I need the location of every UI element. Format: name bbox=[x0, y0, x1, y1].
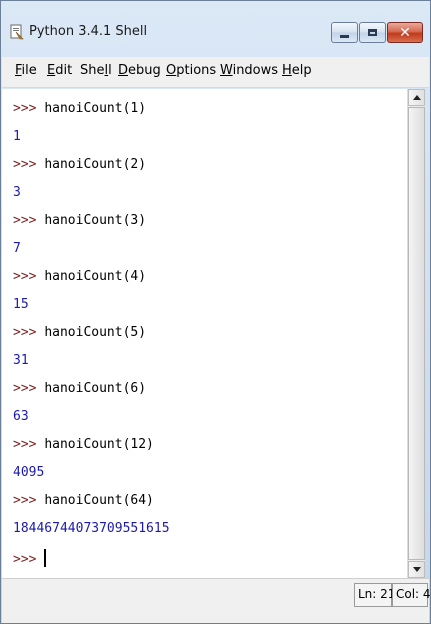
shell-input-line: >>> hanoiCount(2) bbox=[13, 157, 146, 172]
menu-file[interactable]: File bbox=[15, 63, 37, 78]
vertical-scrollbar[interactable] bbox=[407, 89, 425, 578]
menu-options[interactable]: Options bbox=[166, 63, 216, 78]
menu-debug[interactable]: Debug bbox=[118, 63, 161, 78]
maximize-button[interactable] bbox=[359, 22, 386, 43]
scroll-down-button[interactable] bbox=[408, 561, 425, 578]
shell-prompt: >>> bbox=[13, 101, 37, 116]
shell-input-line: >>> hanoiCount(12) bbox=[13, 437, 154, 452]
menu-shell[interactable]: Shell bbox=[80, 63, 112, 78]
menu-bar: File Edit Shell Debug Options Windows He… bbox=[2, 57, 429, 88]
shell-prompt: >>> bbox=[13, 552, 37, 567]
minimize-button[interactable] bbox=[331, 22, 358, 43]
idle-shell-window: Python 3.4.1 Shell ✕ File Edit Shell Deb… bbox=[0, 0, 431, 624]
shell-prompt: >>> bbox=[13, 381, 37, 396]
window-title: Python 3.4.1 Shell bbox=[29, 24, 148, 39]
shell-command: hanoiCount(12) bbox=[44, 437, 154, 452]
shell-command: hanoiCount(5) bbox=[44, 325, 147, 340]
shell-input-line: >>> hanoiCount(3) bbox=[13, 213, 146, 228]
shell-command: hanoiCount(1) bbox=[44, 101, 147, 116]
shell-command: hanoiCount(3) bbox=[44, 213, 147, 228]
close-icon: ✕ bbox=[399, 24, 411, 41]
shell-prompt: >>> bbox=[13, 325, 37, 340]
shell-prompt: >>> bbox=[13, 213, 37, 228]
shell-input-line: >>> hanoiCount(64) bbox=[13, 493, 154, 508]
shell-prompt: >>> bbox=[13, 437, 37, 452]
title-bar[interactable]: Python 3.4.1 Shell ✕ bbox=[1, 1, 430, 53]
status-bar: Ln: 21 Col: 4 bbox=[2, 578, 431, 623]
shell-input-line: >>> hanoiCount(1) bbox=[13, 101, 146, 116]
shell-output-line: 7 bbox=[13, 241, 21, 256]
shell-output-line: 31 bbox=[13, 353, 29, 368]
shell-prompt: >>> bbox=[13, 493, 37, 508]
shell-output-line: 63 bbox=[13, 409, 29, 424]
shell-input-line: >>> hanoiCount(5) bbox=[13, 325, 146, 340]
shell-output-line: 3 bbox=[13, 185, 21, 200]
shell-input-line: >>> hanoiCount(6) bbox=[13, 381, 146, 396]
shell-output-line: 1 bbox=[13, 129, 21, 144]
menu-edit[interactable]: Edit bbox=[47, 63, 72, 78]
scroll-up-button[interactable] bbox=[408, 89, 425, 106]
shell-command: hanoiCount(64) bbox=[44, 493, 154, 508]
shell-text-area[interactable]: >>> hanoiCount(1) 1 >>> hanoiCount(2) 3 … bbox=[2, 89, 407, 578]
python-idle-icon bbox=[10, 24, 24, 40]
shell-current-input[interactable]: >>> bbox=[13, 549, 47, 567]
arrow-down-icon bbox=[412, 567, 421, 572]
minimize-icon bbox=[340, 35, 349, 38]
shell-output-line: 18446744073709551615 bbox=[13, 521, 170, 536]
shell-prompt: >>> bbox=[13, 269, 37, 284]
line-number-indicator: Ln: 21 bbox=[354, 583, 395, 607]
close-button[interactable]: ✕ bbox=[387, 22, 423, 43]
shell-output-line: 4095 bbox=[13, 465, 45, 480]
shell-prompt: >>> bbox=[13, 157, 37, 172]
arrow-up-icon bbox=[412, 95, 421, 100]
shell-command: hanoiCount(4) bbox=[44, 269, 147, 284]
shell-command: hanoiCount(6) bbox=[44, 381, 147, 396]
column-number-indicator: Col: 4 bbox=[392, 583, 431, 607]
menu-help[interactable]: Help bbox=[282, 63, 312, 78]
shell-command: hanoiCount(2) bbox=[44, 157, 147, 172]
shell-input-line: >>> hanoiCount(4) bbox=[13, 269, 146, 284]
shell-output-line: 15 bbox=[13, 297, 29, 312]
maximize-icon bbox=[368, 29, 377, 36]
text-cursor bbox=[44, 549, 47, 567]
menu-windows[interactable]: Windows bbox=[220, 63, 278, 78]
scrollbar-thumb[interactable] bbox=[408, 107, 425, 560]
